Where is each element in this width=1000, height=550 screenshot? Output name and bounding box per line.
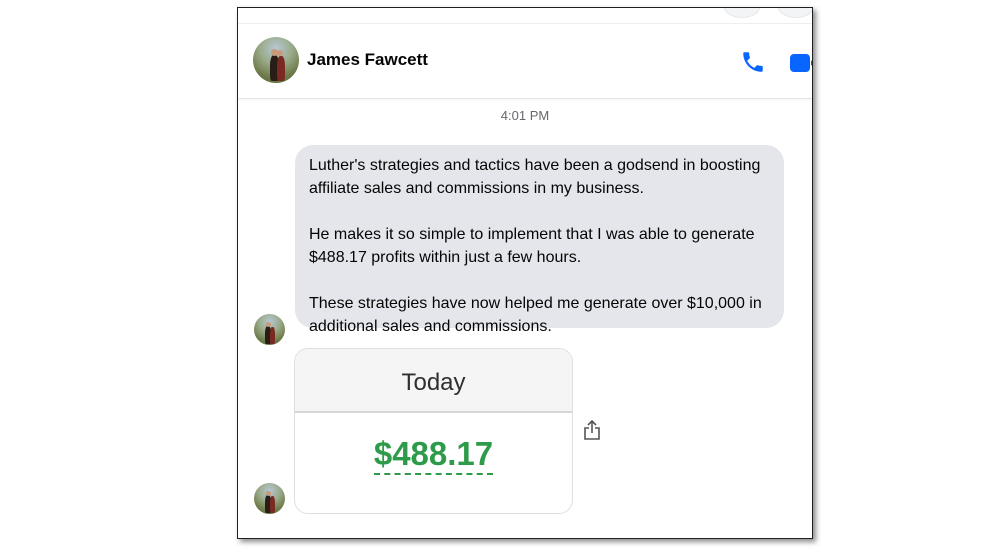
toolbar-button-hint[interactable] (778, 8, 812, 18)
avatar[interactable] (254, 314, 285, 345)
chat-header: James Fawcett (238, 23, 812, 99)
earnings-amount: $488.17 (373, 435, 494, 475)
message-paragraph: He makes it so simple to implement that … (309, 226, 755, 266)
message-timestamp: 4:01 PM (500, 108, 550, 123)
avatar[interactable] (254, 483, 285, 514)
attachment-amount: $488.17 (295, 435, 572, 475)
image-attachment[interactable]: Today $488.17 (294, 348, 573, 514)
share-icon[interactable] (583, 419, 601, 446)
avatar[interactable] (253, 37, 299, 83)
attachment-header: Today (295, 349, 572, 413)
chat-window: James Fawcett 4:01 PM Luther's strategie… (237, 7, 813, 539)
phone-icon[interactable] (740, 49, 766, 75)
video-camera-icon[interactable] (790, 52, 812, 74)
contact-name[interactable]: James Fawcett (307, 50, 428, 70)
toolbar-button-hint[interactable] (724, 8, 760, 18)
message-paragraph: These strategies have now helped me gene… (309, 295, 762, 335)
message-bubble[interactable]: Luther's strategies and tactics have bee… (295, 145, 784, 335)
message-paragraph: Luther's strategies and tactics have bee… (309, 157, 761, 197)
